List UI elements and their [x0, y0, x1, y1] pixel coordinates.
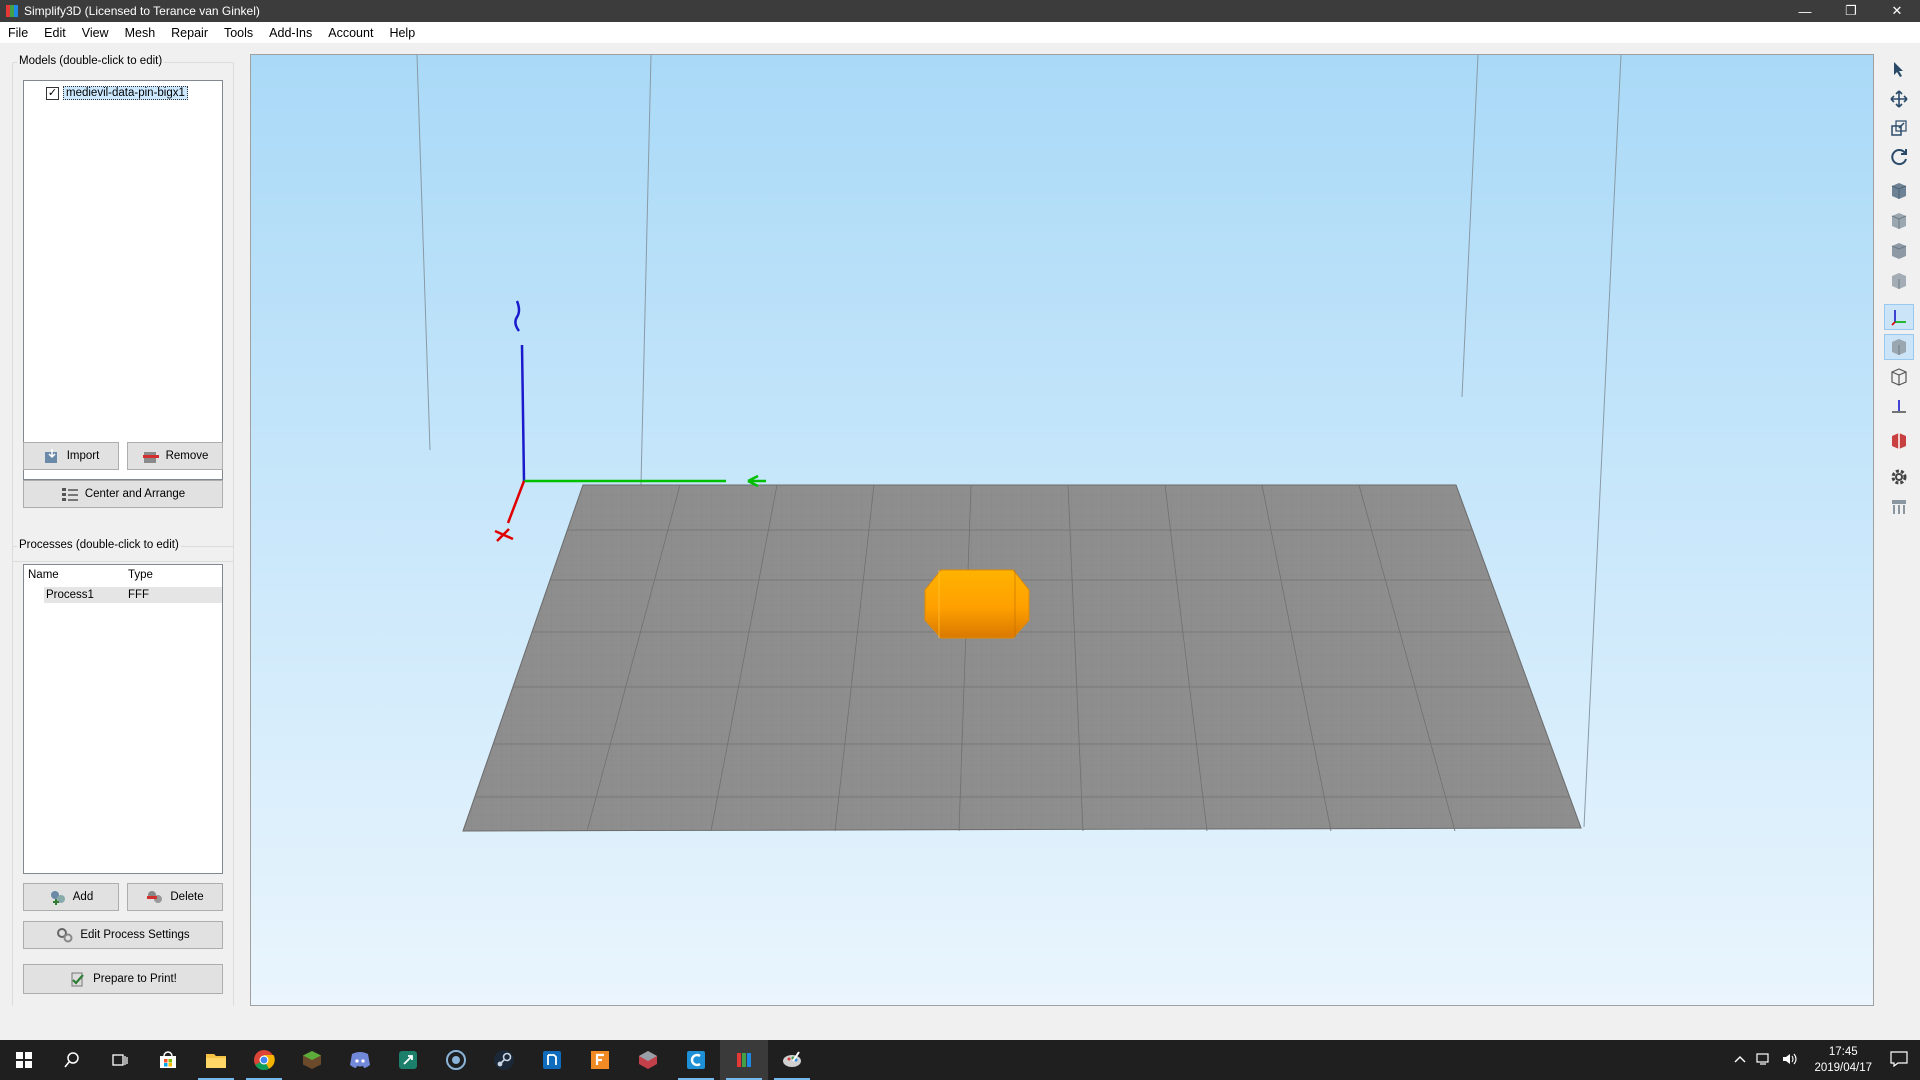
model-name: medievil-data-pin-bigx1 — [63, 86, 188, 100]
task-view-icon[interactable] — [96, 1040, 144, 1080]
app-icon[interactable] — [432, 1040, 480, 1080]
column-header-type[interactable]: Type — [128, 569, 153, 581]
fusion-icon[interactable] — [576, 1040, 624, 1080]
system-tray: 17:45 2019/04/17 — [1728, 1040, 1920, 1080]
close-icon[interactable]: ✕ — [1874, 0, 1920, 22]
app-icon[interactable] — [528, 1040, 576, 1080]
steam-icon[interactable] — [480, 1040, 528, 1080]
build-volume-scene — [416, 55, 1622, 832]
solid-view-icon[interactable] — [1884, 334, 1914, 360]
status-strip — [0, 1006, 1920, 1040]
network-icon[interactable] — [1752, 1052, 1776, 1069]
build-volume-edge — [1583, 55, 1622, 828]
menu-addins[interactable]: Add-Ins — [261, 26, 320, 40]
models-list[interactable]: ✓ medievil-data-pin-bigx1 — [23, 80, 223, 480]
store-icon[interactable] — [144, 1040, 192, 1080]
wireframe-view-icon[interactable] — [1884, 364, 1914, 390]
prepare-print-icon — [71, 972, 84, 987]
build-plate-fine-grid — [463, 485, 1581, 831]
table-row[interactable]: Process1 FFF — [44, 587, 222, 603]
rotate-icon[interactable] — [1884, 144, 1914, 170]
processes-list[interactable]: Name Type Process1 FFF — [23, 564, 223, 874]
model-medievil-data-pin[interactable] — [924, 569, 1030, 639]
build-volume-edge — [416, 55, 431, 451]
move-icon[interactable] — [1884, 86, 1914, 112]
select-icon[interactable] — [1884, 56, 1914, 82]
restore-icon[interactable]: ❐ — [1828, 0, 1874, 22]
minecraft-icon[interactable] — [288, 1040, 336, 1080]
scale-icon[interactable] — [1884, 115, 1914, 141]
chrome-icon[interactable] — [240, 1040, 288, 1080]
volume-icon[interactable] — [1776, 1052, 1804, 1069]
minimize-icon[interactable]: — — [1782, 0, 1828, 22]
menu-mesh[interactable]: Mesh — [117, 26, 164, 40]
title-bar: Simplify3D (Licensed to Terance van Gink… — [0, 0, 1920, 22]
simplify3d-logo-icon — [6, 5, 18, 17]
prepare-to-print-button[interactable]: Prepare to Print! — [23, 964, 223, 994]
cura-icon[interactable] — [672, 1040, 720, 1080]
view-default-icon[interactable] — [1884, 178, 1914, 204]
add-process-button[interactable]: Add — [23, 883, 119, 911]
add-icon — [50, 891, 65, 905]
center-arrange-icon — [61, 488, 78, 501]
build-table-icon[interactable] — [1884, 394, 1914, 420]
build-volume-edge — [1461, 55, 1479, 398]
search-icon[interactable] — [48, 1040, 96, 1080]
models-group-title: Models (double-click to edit) — [17, 55, 165, 67]
x-axis-label — [494, 528, 514, 542]
z-axis — [520, 344, 526, 482]
simplify3d-icon[interactable] — [720, 1040, 768, 1080]
menu-repair[interactable]: Repair — [163, 26, 216, 40]
remove-button[interactable]: Remove — [127, 442, 223, 470]
center-and-arrange-button[interactable]: Center and Arrange — [23, 480, 223, 508]
processes-group-title: Processes (double-click to edit) — [17, 539, 181, 551]
taskbar: 17:45 2019/04/17 — [0, 1040, 1920, 1080]
clock-time: 17:45 — [1828, 1046, 1858, 1058]
app-icon[interactable] — [624, 1040, 672, 1080]
window-title: Simplify3D (Licensed to Terance van Gink… — [24, 4, 260, 18]
processes-header: Name Type — [24, 565, 222, 585]
process-type: FFF — [128, 589, 150, 601]
file-explorer-icon[interactable] — [192, 1040, 240, 1080]
edit-process-settings-button[interactable]: Edit Process Settings — [23, 921, 223, 949]
clock-date: 2019/04/17 — [1814, 1062, 1872, 1074]
list-item[interactable]: ✓ medievil-data-pin-bigx1 — [46, 85, 222, 101]
discord-icon[interactable] — [336, 1040, 384, 1080]
import-icon — [44, 449, 57, 463]
process-name: Process1 — [46, 589, 94, 601]
3d-viewport[interactable] — [250, 54, 1874, 1006]
view-top-icon[interactable] — [1884, 268, 1914, 294]
column-header-name[interactable]: Name — [28, 569, 59, 581]
axes-toggle-icon[interactable] — [1884, 304, 1914, 330]
z-axis-label — [514, 300, 521, 332]
remove-icon — [142, 452, 159, 463]
left-panel: Models (double-click to edit) ✓ medievil… — [0, 44, 244, 1046]
notification-icon[interactable] — [1882, 1050, 1920, 1070]
menu-bar: File Edit View Mesh Repair Tools Add-Ins… — [0, 22, 1920, 44]
supports-icon[interactable] — [1884, 494, 1914, 520]
chevron-up-icon[interactable] — [1728, 1054, 1752, 1066]
menu-account[interactable]: Account — [320, 26, 381, 40]
menu-tools[interactable]: Tools — [216, 26, 261, 40]
windows-start-icon[interactable] — [0, 1040, 48, 1080]
cross-section-icon[interactable] — [1884, 428, 1914, 454]
import-button[interactable]: Import — [23, 442, 119, 470]
menu-view[interactable]: View — [74, 26, 117, 40]
app-icon[interactable] — [768, 1040, 816, 1080]
view-toolbar — [1882, 54, 1920, 1006]
delete-process-button[interactable]: Delete — [127, 883, 223, 911]
menu-help[interactable]: Help — [381, 26, 423, 40]
settings-icon[interactable] — [1884, 464, 1914, 490]
app-icon[interactable] — [384, 1040, 432, 1080]
view-side-icon[interactable] — [1884, 238, 1914, 264]
view-front-icon[interactable] — [1884, 208, 1914, 234]
x-axis — [506, 480, 526, 524]
model-checkbox[interactable]: ✓ — [46, 86, 59, 100]
delete-icon — [147, 891, 163, 903]
gears-icon — [57, 928, 73, 943]
menu-file[interactable]: File — [0, 26, 36, 40]
menu-edit[interactable]: Edit — [36, 26, 74, 40]
clock[interactable]: 17:45 2019/04/17 — [1804, 1044, 1882, 1076]
